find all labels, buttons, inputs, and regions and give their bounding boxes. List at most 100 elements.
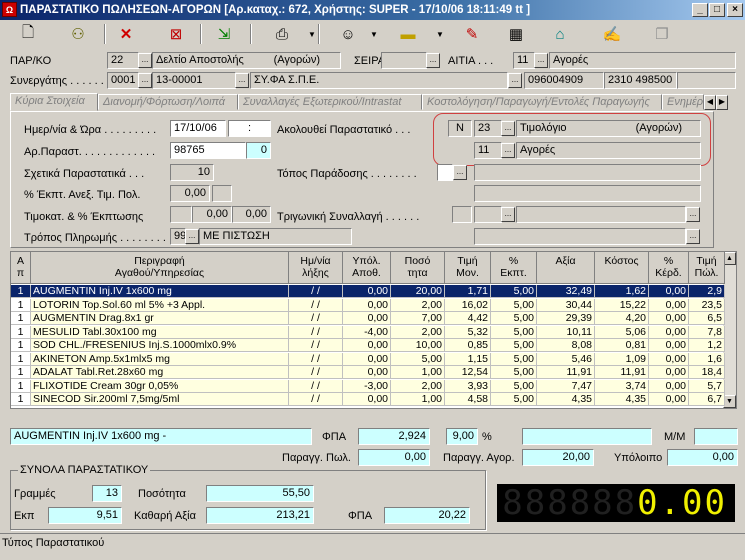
table-cell: 1,71 [445,285,491,298]
timok-b-field[interactable]: 0,00 [232,206,271,223]
syn-code-field[interactable]: 0001 [107,72,139,89]
table-cell: 0,85 [445,339,491,352]
grid-header-0[interactable]: Α π [11,252,31,284]
aitia-lookup-button[interactable]: ... [534,53,548,68]
table-row[interactable]: 1 AUGMENTIN Inj.IV 1x600 mg / /0,00 20,00 1,… [11,285,725,298]
table-row[interactable]: 1 MESULID Tabl.30x100 mg / / -4,00 2,00 5,32 5… [11,325,725,339]
ekpt-extra-field[interactable] [212,185,232,202]
grid-header-1[interactable]: Περιγραφή Αγαθού/Υπηρεσίας [31,252,289,284]
topos-code-field[interactable] [437,164,453,181]
copy-icon[interactable]: ❐ [648,22,676,46]
arpar-field[interactable]: 98765 [170,142,246,159]
new-document-icon[interactable]: 🗋 [14,22,42,46]
grid-header-7[interactable]: Αξία [537,252,595,284]
table-cell: 0,00 [343,285,391,298]
find-icon[interactable]: ⚇ [64,22,92,46]
timok-a-field[interactable]: 0,00 [192,206,232,223]
syn-name-lookup-button[interactable]: ... [508,73,522,88]
synergatis-label: Συνεργάτης . . . . . . [10,75,104,87]
arpar-ext-field[interactable]: 0 [246,142,271,159]
grid-header-2[interactable]: Ημ/νία λήξης [289,252,343,284]
fpa-label: ΦΠΑ [322,431,347,443]
ekpt-field[interactable]: 0,00 [170,185,210,202]
topos-lookup-button[interactable]: ... [453,165,467,180]
delete-icon[interactable]: ✕ [112,22,140,46]
table-row[interactable]: 1 FLIXOTIDE Cream 30gr 0,05% / / -3,00 2,00 3… [11,379,725,393]
table-cell: 0,00 [649,285,689,298]
par-lookup-button[interactable]: ... [138,53,152,68]
print-icon[interactable]: ⎙ [268,22,296,46]
edit-pencil-icon[interactable]: ✎ [458,22,486,46]
table-cell: 5,7 [689,379,725,393]
table-row[interactable]: 1 LOTORIN Top.Sol.60 ml 5% +3 Appl. / /0,0… [11,298,725,312]
grid-header-9[interactable]: % Κέρδ. [649,252,689,284]
minimize-button[interactable]: _ [692,3,708,17]
grid-header-8[interactable]: Κόστος [595,252,649,284]
tropos-lookup-button[interactable]: ... [185,229,199,244]
trig-desc2-lookup-button[interactable]: ... [686,229,700,244]
table-row[interactable]: 1 ADALAT Tabl.Ret.28x60 mg / /0,00 1,00 12,5… [11,366,725,379]
close-window-button[interactable]: × [727,3,743,17]
par-code-field[interactable]: 22 [107,52,139,69]
table-row[interactable]: 1 AUGMENTIN Drag.8x1 gr / /0,00 7,00 4,42 5,0… [11,312,725,325]
user-dropdown-icon[interactable]: ▼ [360,22,388,46]
table-cell: 1 [11,339,31,352]
print-dropdown-icon[interactable]: ▼ [298,22,326,46]
table-cell: 0,00 [649,352,689,366]
syn-code-lookup-button[interactable]: ... [138,73,152,88]
totals-title: ΣΥΝΟΛΑ ΠΑΡΑΣΤΑΤΙΚΟΥ [18,464,151,476]
tab-scroll-left-icon[interactable]: ◀ [704,95,716,110]
time-field[interactable]: : [228,120,271,137]
syn-account-lookup-button[interactable]: ... [235,73,249,88]
table-row[interactable]: 1 SOD CHL./FRESENIUS Inj.S.1000mlx0.9% / /… [11,339,725,352]
tab-update[interactable]: Ενημέρ [662,94,704,110]
date-field[interactable]: 17/10/06 [170,120,226,137]
maximize-button[interactable]: □ [709,3,725,17]
trig-desc2-field [474,228,686,245]
seira-field[interactable] [381,52,427,69]
aitia-code-field[interactable]: 11 [513,52,535,69]
tab-scroll-right-icon[interactable]: ▶ [716,95,728,110]
trig-desc-lookup-button[interactable]: ... [686,207,700,222]
trig-flag-field[interactable] [452,206,472,223]
grid-header-6[interactable]: % Εκπτ. [491,252,537,284]
items-grid[interactable]: ▲ ▼ Α π Περιγραφή Αγαθού/Υπηρεσίας Ημ/νία … [10,251,737,409]
network-icon[interactable]: ⌂ [546,22,574,46]
tab-costing[interactable]: Κοστολόγηση/Παραγωγή/Εντολές Παραγωγής [422,94,662,110]
grid-header-5[interactable]: Τιμή Μον. [445,252,491,284]
syn-phone-field: 2310 498500 [604,72,677,89]
folder-dropdown-icon[interactable]: ▼ [426,22,454,46]
folder-icon[interactable]: ▬ [394,22,422,46]
table-cell: 5,00 [491,379,537,393]
grid-header-10[interactable]: Τιμή Πώλ. [689,252,725,284]
app-icon[interactable]: Ω [2,2,17,17]
grid-header-3[interactable]: Υπόλ. Αποθ. [343,252,391,284]
table-cell: 1 [11,298,31,312]
table-cell: 10,00 [391,339,445,352]
title-bar: ΠΑΡΑΣΤΑΤΙΚΟ ΠΩΛΗΣΕΩΝ-ΑΓΟΡΩΝ [Αρ.καταχ.: … [0,0,745,20]
table-cell: / / [289,379,343,393]
tab-foreign[interactable]: Συναλλαγές Εξωτερικού/Intrastat [238,94,422,110]
trig-desc-field [516,206,686,223]
table-cell: 1,09 [595,352,649,366]
table-row[interactable]: 1 SINECOD Sir.200ml 7,5mg/5ml / /0,00 1,00 4… [11,393,725,406]
table-cell: / / [289,393,343,406]
cancel-document-icon[interactable]: ⊠ [162,22,190,46]
table-cell: 11,91 [537,366,595,379]
tab-distribution[interactable]: Διανομή/Φόρτωση/Λοιπά [98,94,238,110]
export-icon[interactable]: ⇲ [210,22,238,46]
tropos-code-field[interactable]: 99 [170,228,186,245]
syn-account-field[interactable]: 13-00001 [152,72,236,89]
calculator-icon[interactable]: ▦ [502,22,530,46]
timok-code-field[interactable] [170,206,192,223]
trig-code-field[interactable] [474,206,502,223]
trig-lookup-button[interactable]: ... [501,207,515,222]
user-icon[interactable]: ☺ [334,22,362,46]
grid-header-4[interactable]: Ποσό τητα [391,252,445,284]
tab-main[interactable]: Κύρια Στοιχεία [10,93,98,111]
seira-lookup-button[interactable]: ... [426,53,440,68]
table-cell: 5,00 [491,393,537,406]
table-cell: 5,00 [491,339,537,352]
table-row[interactable]: 1 AKINETON Amp.5x1mlx5 mg / /0,00 5,00 1,15 5… [11,352,725,366]
sign-icon[interactable]: ✍ [598,22,626,46]
